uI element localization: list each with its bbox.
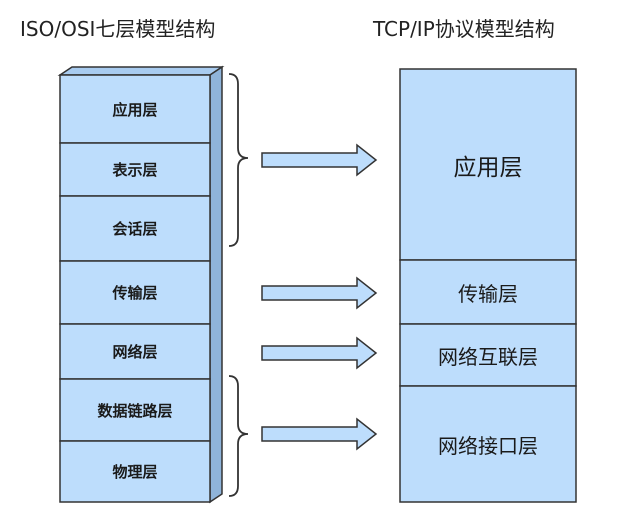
osi-layer-transport xyxy=(59,260,211,325)
osi-layer-session xyxy=(59,195,211,262)
tcpip-layer-transport xyxy=(399,259,577,325)
arrow-network-interface xyxy=(261,417,378,451)
tcpip-layer-application xyxy=(399,68,577,261)
osi-layer-physical xyxy=(59,440,211,503)
upper-brace xyxy=(228,73,249,247)
osi-layer-application xyxy=(59,74,211,144)
osi-layer-data-link xyxy=(59,378,211,442)
tcpip-layer-internet xyxy=(399,323,577,387)
osi-stack-top-face xyxy=(57,66,225,76)
tcpip-layer-network-interface xyxy=(399,385,577,503)
osi-layer-presentation xyxy=(59,142,211,197)
osi-stack-side-face xyxy=(209,65,223,504)
osi-layer-network xyxy=(59,323,211,380)
arrow-transport xyxy=(261,276,378,310)
layer-mapping-diagram xyxy=(57,65,577,504)
lower-brace xyxy=(228,375,249,497)
arrow-internet xyxy=(261,336,378,370)
arrow-application xyxy=(261,143,378,177)
